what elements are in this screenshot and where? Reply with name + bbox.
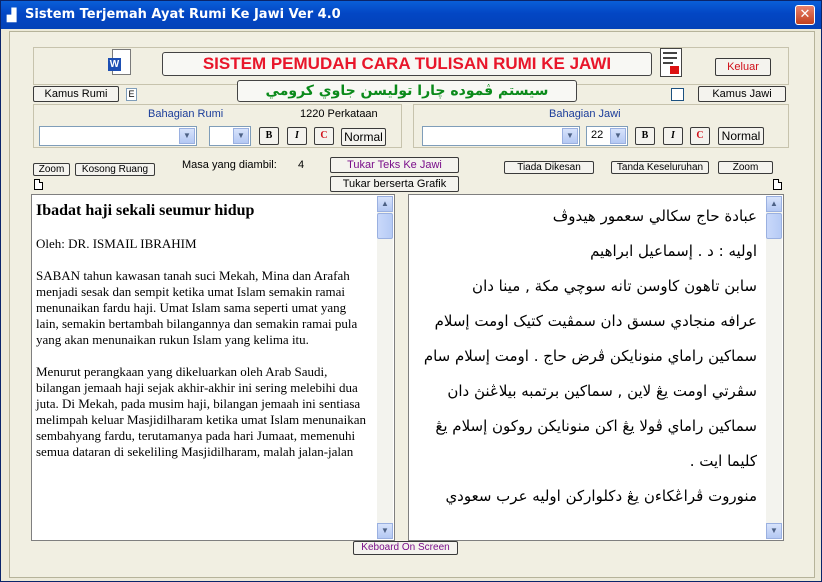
keyboard-on-screen-button[interactable]: Keboard On Screen xyxy=(353,541,458,555)
window-title: Sistem Terjemah Ayat Rumi Ke Jawi Ver 4.… xyxy=(25,7,341,22)
jawi-size-select[interactable]: 22 ▼ xyxy=(586,126,628,146)
masa-label: Masa yang diambil: xyxy=(182,159,277,171)
jawi-panel-title: Bahagian Jawi xyxy=(549,108,621,120)
rumi-paragraph: SABAN tahun kawasan tanah suci Mekah, Mi… xyxy=(36,268,358,347)
chevron-down-icon[interactable]: ▼ xyxy=(233,128,249,144)
kamus-rumi-button[interactable]: Kamus Rumi xyxy=(33,86,119,102)
jawi-line: عبادة حاج سكالي سعمور هيدوڤ xyxy=(552,207,757,225)
kosong-ruang-button[interactable]: Kosong Ruang xyxy=(75,163,155,176)
close-button[interactable]: ✕ xyxy=(795,5,815,25)
rumi-size-select[interactable]: ▼ xyxy=(209,126,251,146)
chevron-down-icon[interactable]: ▼ xyxy=(562,128,578,144)
kamus-jawi-button[interactable]: Kamus Jawi xyxy=(698,86,786,102)
jawi-scrollbar[interactable]: ▲ ▼ xyxy=(766,196,782,539)
scroll-thumb[interactable] xyxy=(377,213,393,239)
rumi-panel-title: Bahagian Rumi xyxy=(148,108,224,120)
rumi-paragraph: Menurut perangkaan yang dikeluarkan oleh… xyxy=(36,364,366,459)
scroll-thumb[interactable] xyxy=(766,213,782,239)
app-icon: ▟ xyxy=(7,8,17,22)
new-document-icon[interactable] xyxy=(34,179,43,190)
jawi-line: عرافه منجادي سسق دان سمڤيت كتيک اومت إسل… xyxy=(434,312,757,330)
jawi-normal-button[interactable]: Normal xyxy=(718,127,764,145)
jawi-line: سابن تاهون كاوسن تانه سوچي مكة , مينا دا… xyxy=(472,277,757,295)
tanda-keseluruhan-button[interactable]: Tanda Keseluruhan xyxy=(611,161,709,174)
jawi-line: منوروت ڤراڠكاءن يڠ دكلواركن اوليه عرب سع… xyxy=(445,487,757,505)
jawi-color-button[interactable]: C xyxy=(690,127,710,145)
rumi-heading: Ibadat haji sekali seumur hidup xyxy=(36,202,255,219)
tukar-teks-button[interactable]: Tukar Teks Ke Jawi xyxy=(330,157,459,173)
title-bar[interactable]: ▟ Sistem Terjemah Ayat Rumi Ke Jawi Ver … xyxy=(1,1,821,29)
scroll-up-icon[interactable]: ▲ xyxy=(766,196,782,212)
jawi-bold-button[interactable]: B xyxy=(635,127,655,145)
scroll-up-icon[interactable]: ▲ xyxy=(377,196,393,212)
rumi-text-area[interactable]: Ibadat haji sekali seumur hidup Oleh: DR… xyxy=(31,194,395,541)
jawi-line: سڤرتي اومت يڠ لاين , سماکين برتمبه بيلاڠ… xyxy=(447,382,757,400)
keluar-button[interactable]: Keluar xyxy=(715,58,771,76)
rumi-normal-button[interactable]: Normal xyxy=(341,128,386,146)
tiada-dikesan-button[interactable]: Tiada Dikesan xyxy=(504,161,594,174)
rumi-italic-button[interactable]: I xyxy=(287,127,307,145)
jawi-text-area[interactable]: عبادة حاج سكالي سعمور هيدوڤ اوليه : د . … xyxy=(408,194,784,541)
chevron-down-icon[interactable]: ▼ xyxy=(179,128,195,144)
rumi-author: Oleh: DR. ISMAIL IBRAHIM xyxy=(36,236,197,251)
new-document-icon[interactable] xyxy=(773,179,782,190)
tukar-grafik-button[interactable]: Tukar berserta Grafik xyxy=(330,176,459,192)
jawi-line: سماکين راماي منونايکن ڤرض حاج . اومت إسل… xyxy=(423,347,757,365)
rumi-bold-button[interactable]: B xyxy=(259,127,279,145)
rumi-word-count: 1220 Perkataan xyxy=(300,108,378,120)
jawi-italic-button[interactable]: I xyxy=(663,127,683,145)
zoom-rumi-button[interactable]: Zoom xyxy=(33,163,70,176)
rumi-document: Ibadat haji sekali seumur hidup Oleh: DR… xyxy=(36,199,372,476)
masa-value: 4 xyxy=(298,159,305,171)
rumi-color-button[interactable]: C xyxy=(314,127,334,145)
banner-rumi: SISTEM PEMUDAH CARA TULISAN RUMI KE JAWI xyxy=(162,52,652,76)
application-window: ▟ Sistem Terjemah Ayat Rumi Ke Jawi Ver … xyxy=(0,0,822,582)
jawi-font-select[interactable]: ▼ xyxy=(422,126,580,146)
jawi-line: سماکين راماي ڤولا يڠ اکن منونايکن روکون … xyxy=(435,417,757,435)
chevron-down-icon[interactable]: ▼ xyxy=(610,128,626,144)
jawi-line: كليما ايت . xyxy=(689,452,757,470)
banner-jawi: سيستم ڤموده چارا توليسن جاوي كرومي xyxy=(237,80,577,102)
scroll-down-icon[interactable]: ▼ xyxy=(377,523,393,539)
zoom-jawi-button[interactable]: Zoom xyxy=(718,161,773,174)
kamus-rumi-indicator: E xyxy=(126,88,137,101)
jawi-document: عبادة حاج سكالي سعمور هيدوڤ اوليه : د . … xyxy=(417,201,757,516)
rumi-font-select[interactable]: ▼ xyxy=(39,126,197,146)
translate-document-icon[interactable] xyxy=(660,48,684,78)
option-checkbox[interactable] xyxy=(671,88,684,101)
word-document-icon[interactable]: W xyxy=(108,49,131,77)
scroll-down-icon[interactable]: ▼ xyxy=(766,523,782,539)
jawi-line: اوليه : د . إسماعيل ابراهيم xyxy=(590,242,757,260)
rumi-scrollbar[interactable]: ▲ ▼ xyxy=(377,196,393,539)
main-form: W SISTEM PEMUDAH CARA TULISAN RUMI KE JA… xyxy=(9,31,815,578)
